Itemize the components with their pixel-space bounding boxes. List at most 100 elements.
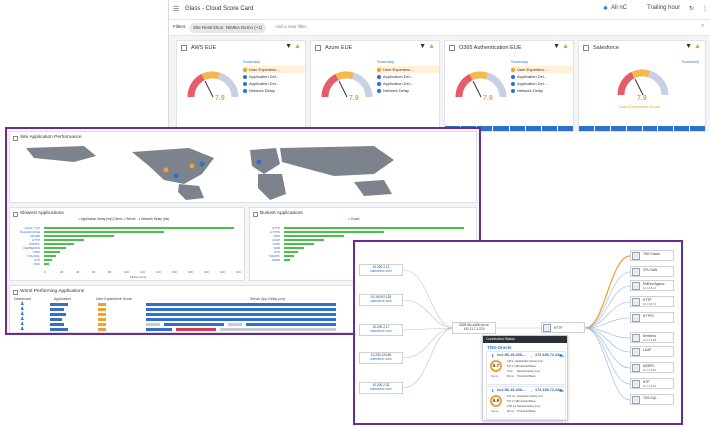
target-server[interactable]: TDS-SQL bbox=[630, 394, 674, 405]
add-filter-input[interactable]: Add a new filter... bbox=[275, 24, 310, 29]
scorecard-azure[interactable]: Azure EUE ▼ ▲ 7.9 Summary User Experienc… bbox=[310, 40, 440, 132]
warning-icon[interactable]: ▲ bbox=[562, 43, 569, 50]
filter-chip[interactable]: Site Restriction: NIMBA Demo (+1) bbox=[189, 23, 267, 33]
legend-header: Summary bbox=[681, 59, 699, 64]
connection-name: TNS-Oracle bbox=[487, 345, 512, 350]
legend: Summary User Experienc... Application De… bbox=[511, 59, 573, 94]
legend-item[interactable]: User Experienc... bbox=[243, 66, 305, 73]
server-icon bbox=[632, 348, 640, 356]
target-server[interactable]: TNS Oracle bbox=[630, 250, 674, 261]
column-header[interactable]: Application bbox=[54, 297, 71, 301]
site-marker bbox=[199, 161, 205, 167]
path-analysis-window: 10.200.2.13 salesforce.com 10.100.92.120 s… bbox=[353, 240, 683, 425]
world-map[interactable] bbox=[14, 144, 474, 200]
scorecard-window: ☰ Glass - Cloud Score Card ✱ All nC Trai… bbox=[168, 0, 710, 132]
scope-selector[interactable]: All nC bbox=[611, 5, 627, 11]
scorecard-o365[interactable]: O365 Authentication EUE ▼ ▲ 7.9 Summary … bbox=[444, 40, 574, 132]
server-icon bbox=[632, 380, 640, 388]
popup-header: Connection Status bbox=[483, 336, 567, 343]
site-map-panel: Site Application Performance bbox=[9, 131, 477, 203]
card-tools[interactable]: ▼ ▲ bbox=[285, 43, 301, 50]
filter-icon[interactable]: ▼ bbox=[285, 43, 292, 50]
target-server[interactable]: CPU DAN bbox=[630, 266, 674, 277]
to-host[interactable]: 172.196.72.22 bbox=[535, 353, 559, 357]
filter-icon[interactable]: ▼ bbox=[419, 43, 426, 50]
target-server[interactable]: MSRPC 10.13.8.50 bbox=[630, 362, 674, 373]
site-marker bbox=[163, 167, 169, 173]
card-tools[interactable]: ▼ ▲ bbox=[419, 43, 435, 50]
filter-icon[interactable]: ⌕ bbox=[701, 23, 704, 30]
menu-icon[interactable]: ☰ bbox=[173, 5, 179, 13]
more-icon[interactable]: ⋮ bbox=[702, 5, 708, 12]
server-icon bbox=[632, 396, 640, 404]
legend-item[interactable]: Application Del... bbox=[511, 80, 573, 87]
target-server[interactable]: NTP 10.13.8.20 bbox=[630, 378, 674, 389]
scorecard-salesforce[interactable]: Salesforce ▼ ▲ Summary 7.9 User Experien… bbox=[578, 40, 706, 132]
target-server[interactable]: Kerberos 10.13.8.68 bbox=[630, 332, 674, 343]
legend-item[interactable]: Network Delay bbox=[511, 87, 573, 94]
selected-path bbox=[584, 255, 631, 329]
column-header[interactable]: User Experience Score bbox=[96, 297, 132, 301]
column-header[interactable]: Server App Delay (ms) bbox=[250, 297, 285, 301]
warning-icon[interactable]: ▲ bbox=[294, 43, 301, 50]
time-range-selector[interactable]: Trailing hour bbox=[647, 5, 680, 11]
legend-item[interactable]: Application Del... bbox=[243, 73, 305, 80]
server-icon bbox=[632, 282, 640, 290]
scope-icon[interactable]: ✱ bbox=[603, 5, 608, 12]
connection-section[interactable]: 6.7 Score ⬇ ec2-56-19-236-... → 172.196.… bbox=[486, 351, 566, 385]
from-host[interactable]: ec2-56-19-236-... bbox=[497, 388, 526, 392]
source-node[interactable]: 10.200.120.80 salesforce.com bbox=[359, 352, 403, 364]
http-node[interactable]: HTTP bbox=[541, 322, 585, 333]
legend-item[interactable]: Network Delay bbox=[243, 87, 305, 94]
refresh-icon[interactable]: ↻ bbox=[689, 5, 694, 12]
connection-section[interactable]: 6.9 Score ⬇ ec2-56-19-236-... → 172.196.… bbox=[486, 386, 566, 420]
target-server[interactable]: ENEext Appsrv 10.13.8.10 bbox=[630, 280, 674, 291]
filter-bar: Filters: Site Restriction: NIMBA Demo (+… bbox=[169, 20, 710, 36]
legend-item[interactable]: Application Del... bbox=[511, 73, 573, 80]
score-value: 7.9 bbox=[349, 95, 359, 102]
source-node[interactable]: 10.100.92.120 salesforce.com bbox=[359, 294, 403, 306]
target-server[interactable]: HTTPS bbox=[630, 312, 674, 323]
legend-item[interactable]: Application Del... bbox=[377, 73, 439, 80]
legend-item[interactable]: User Experienc... bbox=[511, 66, 573, 73]
site-marker bbox=[173, 173, 179, 179]
panel-title: Busiest Applications bbox=[260, 211, 303, 216]
filters-label: Filters: bbox=[173, 24, 187, 29]
legend-item[interactable]: User Experienc... bbox=[377, 66, 439, 73]
legend-item[interactable]: Application Del... bbox=[243, 80, 305, 87]
source-node[interactable]: 10.200.2.17 salesforce.com bbox=[359, 324, 403, 336]
gauge bbox=[187, 71, 239, 98]
scorecard-aws[interactable]: AWS EUE ▼ ▲ 7.9 Summary User Experienc..… bbox=[176, 40, 306, 132]
card-title: Salesforce bbox=[593, 45, 619, 51]
gauge bbox=[617, 69, 669, 96]
from-host[interactable]: ec2-56-19-236-... bbox=[497, 353, 526, 357]
server-icon bbox=[632, 334, 640, 342]
filter-icon[interactable]: ▼ bbox=[685, 43, 692, 50]
slowest-apps-panel: Slowest Applications ● Application Delay… bbox=[9, 207, 245, 281]
target-server[interactable]: LDAP bbox=[630, 346, 674, 357]
panel-title: Slowest Applications bbox=[20, 211, 64, 216]
connection-status-popup: Connection Status TNS-Oracle 6.7 Score ⬇… bbox=[482, 335, 568, 421]
slowest-bars: LDAP_TCP SALESFORCE AZURE HTTP MSRPC KER… bbox=[14, 226, 244, 268]
gateway-node[interactable]: 0525-f8c-ca08-rfc-ue 192.11.7.1.220 bbox=[452, 322, 496, 334]
truck-icon: ⛟ bbox=[559, 388, 565, 393]
score-value: 7.9 bbox=[483, 95, 493, 102]
card-tools[interactable]: ▼ ▲ bbox=[685, 43, 701, 50]
legend-header: Summary bbox=[377, 59, 395, 64]
warning-icon[interactable]: ▲ bbox=[428, 43, 435, 50]
to-host[interactable]: 172.196.72.22 bbox=[535, 388, 559, 392]
panel-icon bbox=[13, 290, 18, 295]
source-node[interactable]: 10.200.2.32 salesforce.com bbox=[359, 382, 403, 394]
score-value: 7.9 bbox=[637, 95, 647, 102]
warning-icon[interactable]: ▲ bbox=[694, 43, 701, 50]
scorecard-titlebar: ☰ Glass - Cloud Score Card ✱ All nC Trai… bbox=[169, 0, 710, 20]
server-icon bbox=[543, 324, 551, 332]
chart-legend: ● Application Delay (ms) Client -> Serve… bbox=[78, 217, 170, 221]
card-tools[interactable]: ▼ ▲ bbox=[553, 43, 569, 50]
filter-icon[interactable]: ▼ bbox=[553, 43, 560, 50]
target-server[interactable]: HTTP 10.13.8.72 bbox=[630, 296, 674, 307]
legend-item[interactable]: Application Del... bbox=[377, 80, 439, 87]
gauge bbox=[455, 71, 507, 98]
source-node[interactable]: 10.200.2.13 salesforce.com bbox=[359, 264, 403, 276]
legend-item[interactable]: Network Delay bbox=[377, 87, 439, 94]
